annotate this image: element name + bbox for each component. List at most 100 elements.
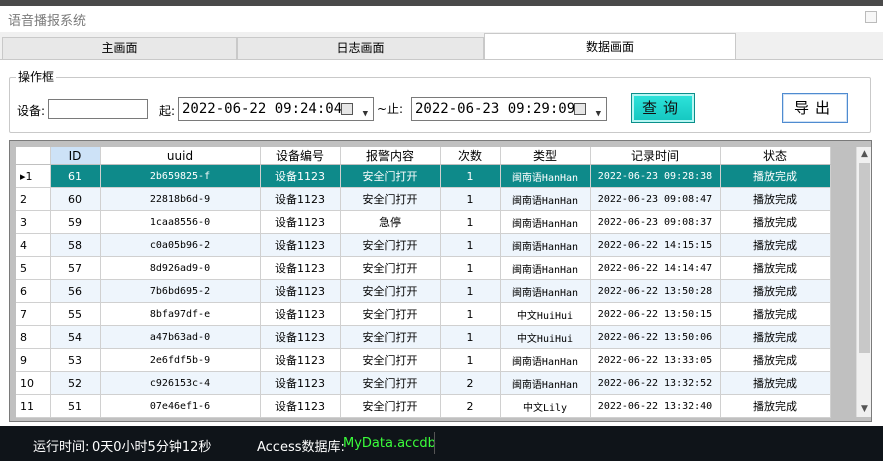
cell-alarm[interactable]: 急停 [340,210,441,234]
cell-count[interactable]: 1 [440,210,501,234]
cell-uuid[interactable]: a47b63ad-0 [100,325,261,349]
cell-uuid[interactable]: 2e6fdf5b-9 [100,348,261,372]
cell-device[interactable]: 设备1123 [260,302,341,326]
vertical-scrollbar[interactable]: ▲ ▼ [856,147,871,417]
column-header-uuid[interactable]: uuid [100,147,261,165]
cell-status[interactable]: 播放完成 [720,210,831,234]
cell-id[interactable]: 61 [50,164,101,188]
cell-count[interactable]: 1 [440,256,501,280]
export-button[interactable]: 导出 [782,93,848,123]
column-header-count[interactable]: 次数 [440,147,501,165]
cell-time[interactable]: 2022-06-22 14:15:15 [590,233,721,257]
table-row[interactable]: 9 53 2e6fdf5b-9 设备1123 安全门打开 1 闽南语HanHan 2022-0… [16,348,831,372]
cell-device[interactable]: 设备1123 [260,279,341,303]
cell-id[interactable]: 60 [50,187,101,211]
cell-count[interactable]: 1 [440,164,501,188]
cell-id[interactable]: 57 [50,256,101,280]
row-header-cell[interactable]: 4 [16,233,51,257]
chevron-down-icon[interactable]: ▼ [363,103,368,125]
cell-device[interactable]: 设备1123 [260,256,341,280]
cell-type[interactable]: 中文HuiHui [500,325,591,349]
cell-alarm[interactable]: 安全门打开 [340,394,441,418]
cell-uuid[interactable]: 8d926ad9-0 [100,256,261,280]
close-icon[interactable] [865,11,877,23]
cell-status[interactable]: 播放完成 [720,187,831,211]
column-header-time[interactable]: 记录时间 [590,147,721,165]
cell-time[interactable]: 2022-06-22 14:14:47 [590,256,721,280]
cell-count[interactable]: 1 [440,325,501,349]
cell-id[interactable]: 51 [50,394,101,418]
row-header-cell[interactable]: 10 [16,371,51,395]
cell-status[interactable]: 播放完成 [720,302,831,326]
cell-device[interactable]: 设备1123 [260,187,341,211]
cell-type[interactable]: 闽南语HanHan [500,164,591,188]
cell-status[interactable]: 播放完成 [720,279,831,303]
cell-time[interactable]: 2022-06-23 09:28:38 [590,164,721,188]
cell-time[interactable]: 2022-06-22 13:50:15 [590,302,721,326]
scroll-thumb[interactable] [859,163,870,353]
cell-time[interactable]: 2022-06-22 13:50:28 [590,279,721,303]
column-header-status[interactable]: 状态 [720,147,831,165]
scroll-down-icon[interactable]: ▼ [857,402,872,417]
row-header-cell[interactable]: 2 [16,187,51,211]
cell-id[interactable]: 54 [50,325,101,349]
cell-alarm[interactable]: 安全门打开 [340,164,441,188]
cell-alarm[interactable]: 安全门打开 [340,325,441,349]
cell-id[interactable]: 56 [50,279,101,303]
calendar-icon[interactable] [574,103,586,115]
cell-count[interactable]: 1 [440,233,501,257]
cell-device[interactable]: 设备1123 [260,371,341,395]
row-header-cell[interactable]: 7 [16,302,51,326]
cell-count[interactable]: 1 [440,187,501,211]
cell-status[interactable]: 播放完成 [720,371,831,395]
cell-type[interactable]: 闽南语HanHan [500,256,591,280]
cell-alarm[interactable]: 安全门打开 [340,233,441,257]
cell-alarm[interactable]: 安全门打开 [340,256,441,280]
cell-status[interactable]: 播放完成 [720,394,831,418]
cell-alarm[interactable]: 安全门打开 [340,371,441,395]
cell-uuid[interactable]: 07e46ef1-6 [100,394,261,418]
cell-uuid[interactable]: 2b659825-f [100,164,261,188]
cell-count[interactable]: 1 [440,279,501,303]
cell-device[interactable]: 设备1123 [260,210,341,234]
cell-uuid[interactable]: c926153c-4 [100,371,261,395]
tab-log[interactable]: 日志画面 [237,37,484,59]
row-header-cell[interactable]: 6 [16,279,51,303]
cell-status[interactable]: 播放完成 [720,256,831,280]
table-row[interactable]: 3 59 1caa8556-0 设备1123 急停 1 闽南语HanHan 2022-06-2… [16,210,831,234]
row-header-cell[interactable]: 8 [16,325,51,349]
table-row[interactable]: 10 52 c926153c-4 设备1123 安全门打开 2 闽南语HanHan 2022-… [16,371,831,395]
cell-time[interactable]: 2022-06-22 13:50:06 [590,325,721,349]
cell-type[interactable]: 闽南语HanHan [500,348,591,372]
tab-data[interactable]: 数据画面 [484,33,736,59]
table-row[interactable]: ▸1 61 2b659825-f 设备1123 安全门打开 1 闽南语HanHan 2022-… [16,164,831,188]
tab-main[interactable]: 主画面 [2,37,237,59]
cell-uuid[interactable]: 1caa8556-0 [100,210,261,234]
table-row[interactable]: 7 55 8bfa97df-e 设备1123 安全门打开 1 中文HuiHui 2022-06… [16,302,831,326]
cell-id[interactable]: 53 [50,348,101,372]
cell-device[interactable]: 设备1123 [260,233,341,257]
cell-id[interactable]: 52 [50,371,101,395]
cell-id[interactable]: 55 [50,302,101,326]
start-datetime-picker[interactable]: 2022-06-22 09:24:04 ▼ [178,97,374,121]
column-header-type[interactable]: 类型 [500,147,591,165]
cell-uuid[interactable]: 7b6bd695-2 [100,279,261,303]
cell-device[interactable]: 设备1123 [260,164,341,188]
cell-type[interactable]: 中文Lily [500,394,591,418]
cell-status[interactable]: 播放完成 [720,325,831,349]
table-row[interactable]: 6 56 7b6bd695-2 设备1123 安全门打开 1 闽南语HanHan 2022-0… [16,279,831,303]
cell-type[interactable]: 中文HuiHui [500,302,591,326]
row-header-cell[interactable]: ▸1 [16,164,51,188]
row-header-cell[interactable]: 5 [16,256,51,280]
cell-type[interactable]: 闽南语HanHan [500,371,591,395]
table-row[interactable]: 2 60 22818b6d-9 设备1123 安全门打开 1 闽南语HanHan 2022-0… [16,187,831,211]
cell-uuid[interactable]: c0a05b96-2 [100,233,261,257]
cell-alarm[interactable]: 安全门打开 [340,302,441,326]
column-header-device[interactable]: 设备编号 [260,147,341,165]
calendar-icon[interactable] [341,103,353,115]
cell-time[interactable]: 2022-06-22 13:32:40 [590,394,721,418]
cell-status[interactable]: 播放完成 [720,233,831,257]
device-input[interactable] [48,99,148,119]
cell-time[interactable]: 2022-06-23 09:08:47 [590,187,721,211]
row-header-cell[interactable]: 3 [16,210,51,234]
